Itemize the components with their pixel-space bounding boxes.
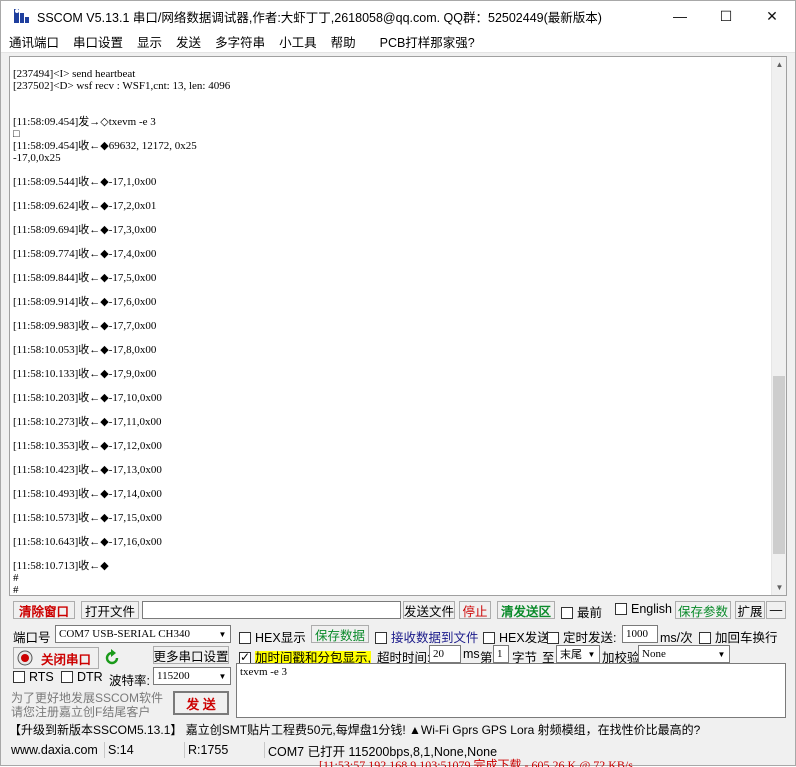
timed-interval-input[interactable]: 1000 — [622, 625, 658, 643]
tail-value: 末尾 — [560, 649, 582, 661]
send-textarea[interactable]: txevm -e 3 — [236, 663, 786, 718]
append-crlf-checkbox-icon[interactable] — [699, 632, 711, 644]
close-port-label: 关闭串口 — [41, 652, 92, 667]
promo-banner[interactable]: 【升级到新版本SSCOM5.13.1】 嘉立创SMT贴片工程费50元,每焊盘1分… — [9, 719, 787, 739]
append-crlf-label: 加回车换行 — [715, 631, 778, 645]
english-checkbox[interactable]: English — [615, 602, 672, 616]
menu-bar: 通讯端口 串口设置 显示 发送 多字符串 小工具 帮助 PCB打样那家强? — [1, 31, 795, 53]
dtr-label: DTR — [77, 670, 103, 684]
file-path-input[interactable] — [142, 601, 401, 619]
save-data-button[interactable]: 保存数据 — [311, 625, 369, 643]
timed-send-label: 定时发送: — [563, 631, 617, 645]
menu-multi-string[interactable]: 多字符串 — [208, 32, 272, 51]
hex-send-label: HEX发送 — [499, 631, 550, 645]
stop-button[interactable]: 停止 — [459, 601, 491, 619]
status-bar: www.daxia.com S:14 R:1755 COM7 已打开 11520… — [1, 741, 795, 759]
status-received: R:1755 — [185, 742, 265, 758]
timed-unit: ms/次 — [660, 631, 693, 645]
title-bar: SSCOM V5.13.1 串口/网络数据调试器,作者:大虾丁丁,2618058… — [1, 1, 795, 31]
log-scrollbar[interactable]: ▲ ▼ — [771, 57, 786, 595]
menu-send[interactable]: 发送 — [169, 32, 208, 51]
window-title: SSCOM V5.13.1 串口/网络数据调试器,作者:大虾丁丁,2618058… — [37, 10, 602, 25]
receive-log[interactable]: [237494]<I> send heartbeat [237502]<D> w… — [9, 56, 787, 596]
hex-display-checkbox-icon[interactable] — [239, 632, 251, 644]
dtr-checkbox-icon[interactable] — [61, 671, 73, 683]
minimize-button[interactable]: — — [657, 1, 703, 31]
timed-send-checkbox-icon[interactable] — [547, 632, 559, 644]
close-button[interactable]: ✕ — [749, 1, 795, 31]
menu-display[interactable]: 显示 — [130, 32, 169, 51]
port-label: 端口号 — [13, 631, 51, 645]
recv-to-file-checkbox[interactable]: 接收数据到文件 — [375, 627, 479, 646]
chevron-down-icon[interactable]: ▼ — [714, 646, 729, 662]
baud-select[interactable]: 115200 ▼ — [153, 667, 231, 685]
clear-window-button[interactable]: 清除窗口 — [13, 601, 75, 619]
log-text: [237494]<I> send heartbeat [237502]<D> w… — [13, 68, 231, 596]
rts-checkbox[interactable]: RTS — [13, 670, 54, 684]
register-hint-line2: 请您注册嘉立创F结尾客户 — [11, 705, 151, 719]
app-window: SSCOM V5.13.1 串口/网络数据调试器,作者:大虾丁丁,2618058… — [0, 0, 796, 767]
chevron-down-icon[interactable]: ▼ — [215, 626, 230, 642]
status-port: COM7 已打开 115200bps,8,1,None,None — [268, 744, 498, 759]
chevron-down-icon[interactable]: ▼ — [584, 646, 599, 662]
save-params-button[interactable]: 保存参数 — [675, 601, 731, 619]
collapse-button[interactable]: — — [766, 601, 786, 619]
topmost-checkbox[interactable]: 最前 — [561, 602, 602, 621]
checksum-value: None — [642, 648, 666, 660]
maximize-button[interactable]: ☐ — [703, 1, 749, 31]
open-file-button[interactable]: 打开文件 — [81, 601, 139, 619]
more-settings-button[interactable]: 更多串口设置 — [153, 646, 229, 664]
hex-display-label: HEX显示 — [255, 631, 306, 645]
scroll-up-icon[interactable]: ▲ — [772, 57, 786, 72]
send-text: txevm -e 3 — [240, 666, 288, 678]
append-crlf-checkbox[interactable]: 加回车换行 — [699, 627, 778, 646]
refresh-icon[interactable] — [103, 649, 121, 667]
baud-label: 波特率: — [109, 674, 150, 688]
topmost-checkbox-icon[interactable] — [561, 607, 573, 619]
hex-send-checkbox-icon[interactable] — [483, 632, 495, 644]
chevron-down-icon[interactable]: ▼ — [215, 668, 230, 684]
status-sent: S:14 — [105, 742, 185, 758]
scroll-down-icon[interactable]: ▼ — [772, 580, 786, 595]
menu-pcb[interactable]: PCB打样那家强? — [373, 32, 482, 51]
send-file-button[interactable]: 发送文件 — [403, 601, 455, 619]
expand-button[interactable]: 扩展 — [735, 601, 765, 619]
rts-label: RTS — [29, 670, 54, 684]
close-port-button[interactable]: 关闭串口 — [13, 647, 99, 669]
timeout-unit: ms — [463, 647, 480, 661]
dtr-checkbox[interactable]: DTR — [61, 670, 103, 684]
hex-send-checkbox[interactable]: HEX发送 — [483, 627, 550, 646]
topmost-label: 最前 — [577, 606, 603, 620]
menu-help[interactable]: 帮助 — [324, 32, 363, 51]
status-site[interactable]: www.daxia.com — [1, 742, 105, 758]
menu-serial-settings[interactable]: 串口设置 — [66, 32, 130, 51]
scroll-thumb[interactable] — [773, 376, 785, 554]
hex-display-checkbox[interactable]: HEX显示 — [239, 627, 306, 646]
rts-checkbox-icon[interactable] — [13, 671, 25, 683]
timeout-input[interactable]: 20 — [429, 645, 461, 663]
recv-to-file-checkbox-icon[interactable] — [375, 632, 387, 644]
menu-tools[interactable]: 小工具 — [272, 32, 324, 51]
recv-to-file-label: 接收数据到文件 — [391, 631, 479, 645]
byte-index-input[interactable]: 1 — [493, 645, 509, 663]
clear-send-button[interactable]: 清发送区 — [497, 601, 555, 619]
checksum-select[interactable]: None ▼ — [638, 645, 730, 663]
baud-value: 115200 — [157, 670, 190, 682]
port-value: COM7 USB-SERIAL CH340 — [59, 628, 190, 640]
app-icon — [14, 9, 29, 23]
tail-select[interactable]: 末尾 ▼ — [556, 645, 600, 663]
send-button[interactable]: 发 送 — [173, 691, 229, 715]
menu-port[interactable]: 通讯端口 — [1, 32, 66, 51]
promo-text: 【升级到新版本SSCOM5.13.1】 嘉立创SMT贴片工程费50元,每焊盘1分… — [9, 722, 701, 737]
english-label: English — [631, 602, 672, 616]
timed-send-checkbox[interactable]: 定时发送: — [547, 627, 616, 646]
port-select[interactable]: COM7 USB-SERIAL CH340 ▼ — [55, 625, 231, 643]
port-status-icon — [17, 650, 33, 666]
english-checkbox-icon[interactable] — [615, 603, 627, 615]
